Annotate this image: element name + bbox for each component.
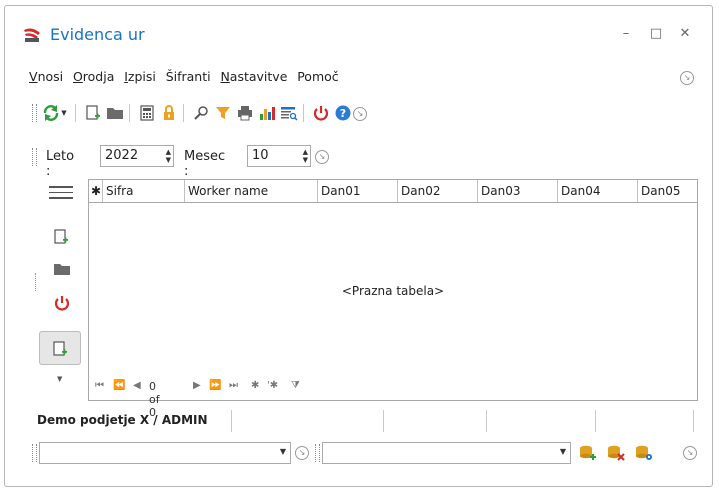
toolbar-separator	[183, 104, 184, 122]
column-header-dan03[interactable]: Dan03	[478, 180, 558, 202]
last-record-icon[interactable]: ⏭	[229, 380, 238, 391]
main-window: Evidenca ur – □ ✕ Vnosi Orodja Izpisi Ši…	[4, 5, 713, 487]
year-spinner[interactable]: 2022 ▲ ▼	[100, 145, 174, 167]
toolbar-grip[interactable]	[32, 104, 37, 122]
new-document-icon[interactable]	[83, 102, 103, 124]
month-spinner[interactable]: 10 ▲ ▼	[247, 145, 311, 167]
hamburger-menu-icon[interactable]	[49, 186, 73, 200]
bottom-bar: ▼ ↘ ▼ ↘	[32, 442, 703, 465]
column-header-dan04[interactable]: Dan04	[558, 180, 638, 202]
year-spinner-arrows-icon[interactable]: ▲ ▼	[166, 148, 171, 164]
side-grip	[35, 273, 37, 291]
status-divider	[486, 410, 487, 432]
previous-page-icon[interactable]: ⏪	[113, 380, 125, 391]
filterbar-customize-icon[interactable]: ↘	[315, 150, 329, 164]
lock-icon[interactable]	[159, 102, 179, 124]
title-bar: Evidenca ur – □ ✕	[5, 6, 712, 48]
column-header-worker-name[interactable]: Worker name	[185, 180, 318, 202]
append-record-icon[interactable]: ✱	[251, 380, 259, 391]
menu-sifranti[interactable]: Šifranti	[166, 69, 211, 84]
menu-vnosi[interactable]: Vnosi	[29, 69, 63, 84]
next-record-icon[interactable]: ▶	[193, 380, 201, 391]
side-toolbar: ▼	[35, 181, 85, 391]
print-icon[interactable]	[235, 102, 255, 124]
column-header-dan02[interactable]: Dan02	[398, 180, 478, 202]
left-combo-customize-icon[interactable]: ↘	[295, 446, 309, 460]
filter-icon[interactable]	[213, 102, 233, 124]
side-new-record-icon	[53, 341, 67, 356]
toolbar-separator	[129, 104, 130, 122]
database-delete-icon[interactable]	[607, 444, 625, 465]
search-icon[interactable]	[191, 102, 211, 124]
menu-nastavitve[interactable]: Nastavitve	[220, 69, 287, 84]
column-header-sifra[interactable]: Sifra	[103, 180, 185, 202]
window-title: Evidenca ur	[50, 25, 145, 44]
folder-icon[interactable]	[105, 102, 125, 124]
refresh-dropdown-icon[interactable]: ▼	[59, 102, 69, 124]
report-search-icon[interactable]	[279, 102, 299, 124]
left-combobox[interactable]: ▼	[39, 442, 291, 464]
status-bar: Demo podjetje X / ADMIN	[33, 410, 699, 432]
menu-orodja[interactable]: Orodja	[73, 69, 114, 84]
right-combobox[interactable]: ▼	[322, 442, 571, 464]
status-divider	[383, 410, 384, 432]
database-add-icon[interactable]	[579, 444, 597, 465]
insert-record-icon[interactable]: '✱	[267, 380, 278, 391]
filter-row-icon[interactable]: ⧩	[291, 380, 300, 391]
first-record-icon[interactable]: ⏮	[95, 380, 104, 391]
grid-header: ✱ Sifra Worker name Dan01 Dan02 Dan03 Da…	[89, 180, 697, 203]
user-company-status: Demo podjetje X / ADMIN	[37, 413, 208, 427]
calculator-icon[interactable]	[137, 102, 157, 124]
power-icon[interactable]	[311, 102, 331, 124]
bottombar-grip[interactable]	[32, 444, 37, 462]
filterbar-grip[interactable]	[32, 148, 37, 166]
refresh-icon[interactable]	[41, 102, 61, 124]
bottombar-customize-icon[interactable]: ↘	[683, 446, 697, 460]
toolbar-separator	[303, 104, 304, 122]
close-button[interactable]: ✕	[677, 26, 693, 42]
year-label: Leto :	[46, 149, 75, 179]
menu-bar: Vnosi Orodja Izpisi Šifranti Nastavitve …	[29, 69, 345, 89]
month-label: Mesec :	[184, 149, 226, 179]
bottombar-grip-2[interactable]	[315, 444, 320, 462]
month-spinner-arrows-icon[interactable]: ▲ ▼	[303, 148, 308, 164]
previous-record-icon[interactable]: ◀	[133, 380, 141, 391]
app-logo-icon	[24, 28, 40, 42]
minimize-button[interactable]: –	[618, 26, 634, 42]
database-settings-icon[interactable]	[635, 444, 653, 465]
status-divider	[595, 410, 596, 432]
data-grid[interactable]: ✱ Sifra Worker name Dan01 Dan02 Dan03 Da…	[88, 179, 698, 419]
help-icon[interactable]: ?	[333, 102, 353, 124]
empty-grid-message: <Prazna tabela>	[341, 284, 445, 298]
menu-izpisi[interactable]: Izpisi	[124, 69, 156, 84]
maximize-button[interactable]: □	[648, 26, 664, 42]
side-folder-icon[interactable]	[53, 261, 71, 280]
status-divider	[693, 410, 694, 432]
column-header-dan01[interactable]: Dan01	[318, 180, 398, 202]
status-divider	[231, 410, 232, 432]
side-power-icon[interactable]	[53, 294, 71, 315]
side-more-icon[interactable]: ▼	[57, 375, 62, 383]
toolbar-separator	[75, 104, 76, 122]
new-row-indicator-icon[interactable]: ✱	[89, 180, 103, 202]
chevron-down-icon[interactable]: ▼	[280, 447, 286, 456]
svg-text:?: ?	[340, 107, 346, 120]
side-new-record-button[interactable]	[39, 331, 81, 365]
side-new-document-icon[interactable]	[53, 228, 69, 249]
month-value: 10	[252, 148, 269, 163]
toolbar-customize-icon[interactable]: ↘	[353, 107, 367, 121]
bar-chart-icon[interactable]	[257, 102, 277, 124]
menu-customize-icon[interactable]: ↘	[680, 71, 694, 85]
menu-pomoc[interactable]: Pomoč	[297, 69, 338, 84]
column-header-dan05[interactable]: Dan05	[638, 180, 697, 202]
chevron-down-icon[interactable]: ▼	[560, 447, 566, 456]
next-page-icon[interactable]: ⏩	[209, 380, 221, 391]
year-value: 2022	[105, 148, 139, 163]
